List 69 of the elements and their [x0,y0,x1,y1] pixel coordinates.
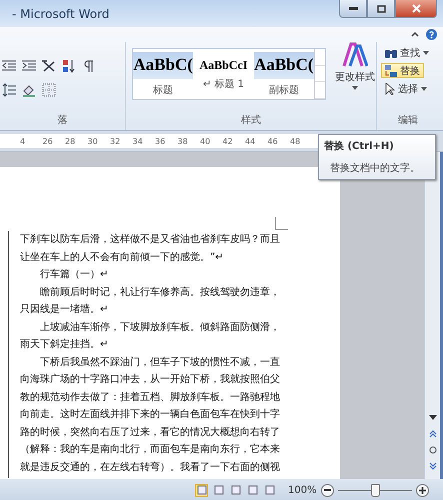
zoom-in-button[interactable] [416,484,429,496]
margin-corner-mark [275,217,288,230]
sort-icon[interactable] [62,59,76,73]
caret-icon [423,50,429,54]
ruler-number: 46 [268,136,279,146]
shading-icon[interactable] [22,83,36,97]
paragraph: 行车篇（一）↵ [39,268,110,282]
view-button[interactable] [246,484,259,496]
view-button[interactable] [263,484,276,496]
vertical-scrollbar[interactable] [424,152,440,479]
view-button[interactable] [229,484,242,496]
caret-icon [352,86,358,90]
replace-button[interactable]: 替换 [381,63,424,78]
paragraph: 上坡减油车渐停，下坡脚放刹车板。倾斜路面防侧滑，雨天下斜定挂挡。↵ [20,320,281,352]
maximize-button[interactable] [367,0,395,18]
find-button[interactable]: 查找 [381,45,433,60]
paragraph: 下刹车以防车后滑，这样做不是又省油也省刹车皮吗？而且让坐在车上的人不会有向前倾一下的感觉。”↵ [20,232,281,264]
close-icon [412,4,420,13]
ruler-number: 40 [200,136,212,146]
group-label: 落 [56,114,68,128]
zoom-out-button[interactable] [320,484,334,496]
minus-icon [324,489,331,491]
ruler-number: 30 [88,136,99,146]
previous-page-icon[interactable] [428,429,436,438]
ruler-number: 36 [155,136,166,146]
ruler-number: 34 [132,136,144,146]
caret-icon [421,86,427,90]
ruler-number: 48 [290,136,302,146]
scroll-down-icon[interactable] [428,413,438,421]
binoculars-icon [385,47,397,58]
plus-icon [418,486,426,494]
help-icon[interactable] [426,29,437,40]
replace-icon [385,64,397,76]
ruler-number: 44 [245,136,256,146]
line-spacing-icon[interactable] [2,83,16,97]
change-styles-button[interactable]: 更改样式 [334,42,376,90]
collapse-ribbon-icon[interactable] [410,29,420,39]
maximize-icon [376,4,386,12]
paragraph: 下桥后我虽然不踩油门，但车子下坡的惯性不减，一直向海珠广场的十字路口冲去，从一开始下桥，我就按照伯父教的规范动作去做了：挂着五档、脚放刹车板。一路驰程地向前走。这时左面线并排下来的一辆白色面包车在快到十字路的时候，突然向右压了过来，看它的情况大概想向右转了（解释：我的车是南向北行，而面包车是南向东行，它本来就是违反交通的，在左线右转弯）。我看了一下右面的侧视 [20,356,281,474]
letter-a-icon [342,42,368,68]
ruler-number: 32 [110,136,122,146]
select-button[interactable]: 选择 [381,81,431,96]
tooltip-title: 替换 (Ctrl+H) [324,140,395,153]
paragraph: 瞻前顾后时时记，礼让行车修养高。按线驾驶勿违章，只因线是一堵墙。↵ [20,286,281,317]
increase-indent-icon[interactable] [22,59,36,73]
ruler-number: 38 [178,136,189,146]
next-page-icon[interactable] [428,462,436,471]
view-button[interactable] [212,484,225,496]
view-button[interactable] [195,484,208,496]
ruler-number: 26 [42,136,54,146]
window-title: - Microsoft Word [12,6,110,20]
browse-object-icon[interactable] [428,446,436,454]
close-button[interactable] [395,0,437,18]
zoom-slider-thumb[interactable] [370,484,380,496]
paragraph-mark-icon[interactable] [82,59,96,73]
minimize-button[interactable] [339,0,367,18]
ruler-number: 4 [20,136,26,146]
pointer-icon [385,82,395,94]
group-label: 样式 [240,114,262,128]
zoom-percent[interactable]: 100% [288,484,317,496]
style-item[interactable]: AaBbCcI ↵ 标题 1 [193,49,254,99]
gallery-scrollbar[interactable] [314,49,325,99]
decrease-indent-icon[interactable] [2,59,16,73]
group-label: 编辑 [397,114,419,128]
ruler-number: 42 [222,136,234,146]
tooltip-description: 替换文档中的文字。 [329,162,421,175]
minimize-icon [348,7,358,10]
ruler-number: 28 [65,136,76,146]
borders-icon[interactable] [42,83,56,97]
